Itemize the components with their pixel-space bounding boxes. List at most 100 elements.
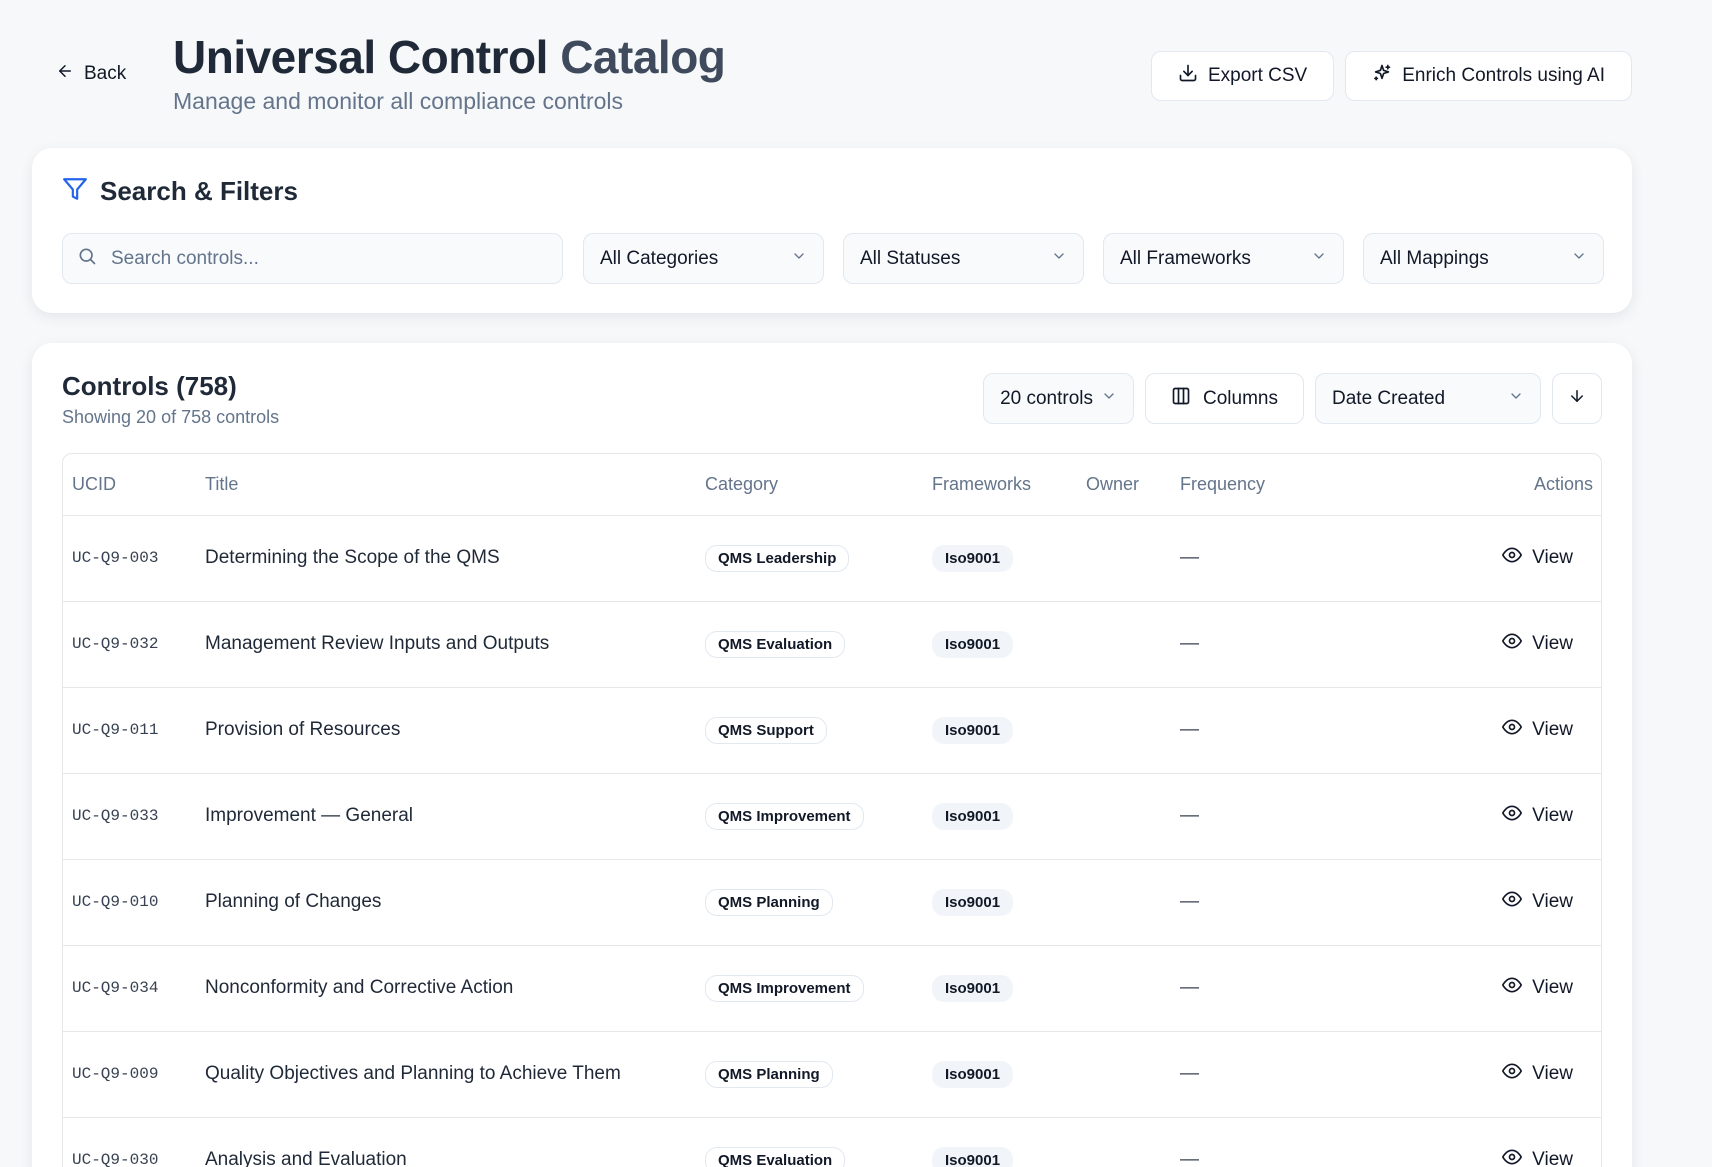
cell-owner bbox=[1077, 515, 1171, 602]
table-row[interactable]: UC-Q9-011 Provision of Resources QMS Suppo… bbox=[63, 687, 1601, 774]
category-badge: QMS Leadership bbox=[705, 544, 850, 572]
cell-frameworks: Iso9001 bbox=[923, 945, 1077, 1032]
columns-button[interactable]: Columns bbox=[1145, 373, 1304, 424]
controls-table: UCID Title Category Frameworks Owner Fre… bbox=[63, 454, 1601, 1167]
cell-frequency: — bbox=[1171, 1117, 1351, 1167]
export-csv-button[interactable]: Export CSV bbox=[1150, 51, 1335, 101]
cell-frequency: — bbox=[1171, 945, 1351, 1032]
table-row[interactable]: UC-Q9-009 Quality Objectives and Planning… bbox=[63, 1031, 1601, 1118]
column-header-owner[interactable]: Owner bbox=[1077, 454, 1171, 516]
cell-frameworks: Iso9001 bbox=[923, 687, 1077, 774]
sort-by-select[interactable]: Date Created bbox=[1315, 373, 1541, 424]
cell-frameworks: Iso9001 bbox=[923, 1031, 1077, 1118]
filter-funnel-icon bbox=[62, 176, 88, 207]
enrich-controls-button[interactable]: Enrich Controls using AI bbox=[1345, 51, 1632, 101]
cell-owner bbox=[1077, 1117, 1171, 1167]
framework-badge: Iso9001 bbox=[932, 802, 1014, 830]
table-row[interactable]: UC-Q9-034 Nonconformity and Corrective Ac… bbox=[63, 945, 1601, 1032]
page-size-value: 20 controls bbox=[1000, 387, 1094, 409]
page-subtitle: Manage and monitor all compliance contro… bbox=[173, 88, 624, 114]
framework-badge: Iso9001 bbox=[932, 716, 1014, 744]
filters-header: Search & Filters bbox=[62, 176, 298, 207]
category-badge: QMS Planning bbox=[705, 1060, 833, 1088]
controls-count-subtitle: Showing 20 of 758 controls bbox=[62, 407, 280, 427]
cell-frameworks: Iso9001 bbox=[923, 1117, 1077, 1167]
mapping-select[interactable]: All Mappings bbox=[1363, 233, 1604, 284]
category-badge: QMS Support bbox=[705, 716, 827, 744]
cell-category: QMS Improvement bbox=[696, 945, 923, 1032]
download-icon bbox=[1178, 63, 1198, 89]
chevron-down-icon bbox=[1051, 248, 1067, 270]
search-filters-card: Search & Filters All Categories All Stat… bbox=[32, 148, 1632, 313]
category-badge: QMS Planning bbox=[705, 888, 833, 916]
view-button[interactable]: View bbox=[1502, 1061, 1573, 1087]
arrow-down-icon bbox=[1568, 387, 1586, 411]
cell-title: Management Review Inputs and Outputs bbox=[196, 601, 696, 688]
table-row[interactable]: UC-Q9-003 Determining the Scope of the QM… bbox=[63, 515, 1601, 602]
view-button[interactable]: View bbox=[1502, 803, 1573, 829]
cell-ucid: UC-Q9-010 bbox=[63, 859, 196, 946]
cell-category: QMS Planning bbox=[696, 859, 923, 946]
view-button[interactable]: View bbox=[1502, 545, 1573, 571]
column-header-frequency[interactable]: Frequency bbox=[1171, 454, 1351, 516]
cell-actions: View bbox=[1351, 515, 1601, 602]
arrow-left-icon bbox=[56, 62, 74, 86]
cell-title: Determining the Scope of the QMS bbox=[196, 515, 696, 602]
table-header-row: UCID Title Category Frameworks Owner Fre… bbox=[63, 454, 1601, 516]
framework-badge: Iso9001 bbox=[932, 974, 1014, 1002]
status-select[interactable]: All Statuses bbox=[843, 233, 1084, 284]
framework-badge: Iso9001 bbox=[932, 888, 1014, 916]
cell-actions: View bbox=[1351, 945, 1601, 1032]
cell-frameworks: Iso9001 bbox=[923, 859, 1077, 946]
header-actions: Export CSV Enrich Controls using AI bbox=[1150, 51, 1632, 101]
sort-direction-button[interactable] bbox=[1552, 373, 1602, 424]
framework-select[interactable]: All Frameworks bbox=[1103, 233, 1344, 284]
cell-category: QMS Evaluation bbox=[696, 1117, 923, 1167]
table-row[interactable]: UC-Q9-030 Analysis and Evaluation QMS Eval… bbox=[63, 1117, 1601, 1167]
view-button[interactable]: View bbox=[1502, 631, 1573, 657]
eye-icon bbox=[1502, 1061, 1523, 1087]
column-header-frameworks[interactable]: Frameworks bbox=[923, 454, 1077, 516]
controls-card: Controls (758) Showing 20 of 758 control… bbox=[32, 343, 1632, 1167]
cell-actions: View bbox=[1351, 859, 1601, 946]
cell-owner bbox=[1077, 773, 1171, 860]
column-header-ucid[interactable]: UCID bbox=[63, 454, 196, 516]
cell-owner bbox=[1077, 1031, 1171, 1118]
framework-badge: Iso9001 bbox=[932, 630, 1014, 658]
framework-badge: Iso9001 bbox=[932, 544, 1014, 572]
search-input[interactable] bbox=[111, 247, 531, 270]
view-label: View bbox=[1532, 977, 1573, 998]
view-label: View bbox=[1532, 547, 1573, 568]
category-select[interactable]: All Categories bbox=[583, 233, 824, 284]
cell-ucid: UC-Q9-032 bbox=[63, 601, 196, 688]
framework-badge: Iso9001 bbox=[932, 1060, 1014, 1088]
category-badge: QMS Improvement bbox=[705, 974, 864, 1002]
column-header-category[interactable]: Category bbox=[696, 454, 923, 516]
view-button[interactable]: View bbox=[1502, 975, 1573, 1001]
view-button[interactable]: View bbox=[1502, 1147, 1573, 1167]
chevron-down-icon bbox=[791, 248, 807, 270]
eye-icon bbox=[1502, 975, 1523, 1001]
table-row[interactable]: UC-Q9-033 Improvement — General QMS Improv… bbox=[63, 773, 1601, 860]
title-block: Universal Control Catalog Manage and mon… bbox=[173, 30, 726, 115]
status-select-value: All Statuses bbox=[860, 247, 961, 269]
back-button[interactable]: Back bbox=[56, 62, 126, 86]
column-header-title[interactable]: Title bbox=[196, 454, 696, 516]
search-field[interactable] bbox=[62, 233, 563, 284]
table-row[interactable]: UC-Q9-010 Planning of Changes QMS Planning… bbox=[63, 859, 1601, 946]
enrich-controls-label: Enrich Controls using AI bbox=[1402, 65, 1605, 86]
eye-icon bbox=[1502, 889, 1523, 915]
cell-title: Improvement — General bbox=[196, 773, 696, 860]
columns-icon bbox=[1171, 386, 1191, 412]
controls-title: Controls (758) bbox=[62, 371, 237, 401]
page-size-select[interactable]: 20 controls bbox=[983, 373, 1135, 424]
cell-title: Nonconformity and Corrective Action bbox=[196, 945, 696, 1032]
table-row[interactable]: UC-Q9-032 Management Review Inputs and Ou… bbox=[63, 601, 1601, 688]
sort-by-value: Date Created bbox=[1332, 387, 1446, 409]
cell-category: QMS Evaluation bbox=[696, 601, 923, 688]
view-button[interactable]: View bbox=[1502, 889, 1573, 915]
view-button[interactable]: View bbox=[1502, 717, 1573, 743]
cell-owner bbox=[1077, 687, 1171, 774]
search-icon bbox=[77, 246, 97, 271]
filters-title: Search & Filters bbox=[100, 176, 298, 206]
